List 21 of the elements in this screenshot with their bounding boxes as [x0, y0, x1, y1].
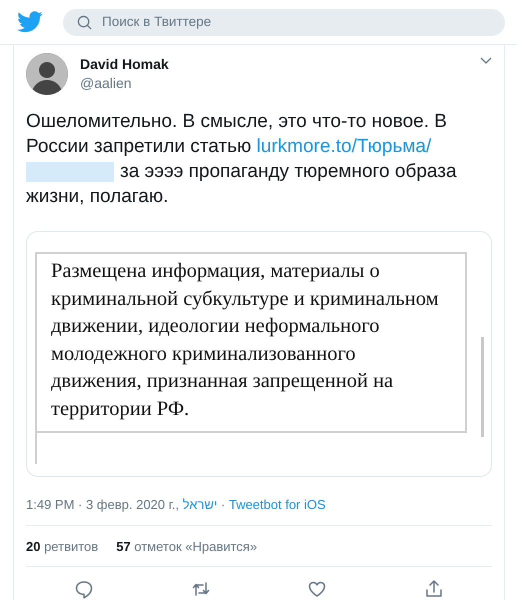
search-field[interactable]: Поиск в Твиттере	[63, 8, 505, 36]
author-handle[interactable]: @aalien	[80, 72, 472, 94]
tweet-text: Ошеломительно. В смысле, это что-то новое. В России запретили статью lurkmore.to/Тюрьма/ за ээээ пропаганду тюремного образа жизни, полагаю.	[26, 110, 458, 209]
timestamp[interactable]: 1:49 PM · 3 февр. 2020 г.,	[26, 497, 180, 512]
twitter-logo-icon[interactable]	[17, 11, 43, 33]
source-link[interactable]: Tweetbot for iOS	[228, 497, 326, 512]
chevron-down-icon[interactable]	[480, 57, 492, 65]
heart-button[interactable]	[307, 579, 328, 599]
share-button[interactable]	[424, 579, 444, 599]
stat-link[interactable]: 57 отметок «Нравится»	[116, 536, 258, 556]
avatar[interactable]	[26, 53, 68, 95]
location-link[interactable]: ישראל	[182, 497, 218, 512]
search-icon	[77, 14, 92, 30]
tweet-link[interactable]: lurkmore.to/Тюрьма/	[256, 136, 432, 157]
search-placeholder: Поиск в Твиттере	[102, 12, 212, 31]
author-name[interactable]: David Homak	[80, 54, 472, 72]
reply-button[interactable]	[74, 579, 94, 599]
embedded-image-card[interactable]: Размещена информация, материалы о криминальной субкультуре и криминальном движении, идеологии неформального молодежного криминализованного движения, признанная запрещенной на территории РФ.	[26, 231, 492, 477]
document-text: Размещена информация, материалы о криминальной субкультуре и криминальном движении, идеологии неформального молодежного криминализованного движения, признанная запрещенной на территории РФ.	[37, 252, 467, 433]
stat-link[interactable]: 20 ретвитов	[26, 536, 98, 556]
separator-dot: ·	[220, 497, 226, 512]
